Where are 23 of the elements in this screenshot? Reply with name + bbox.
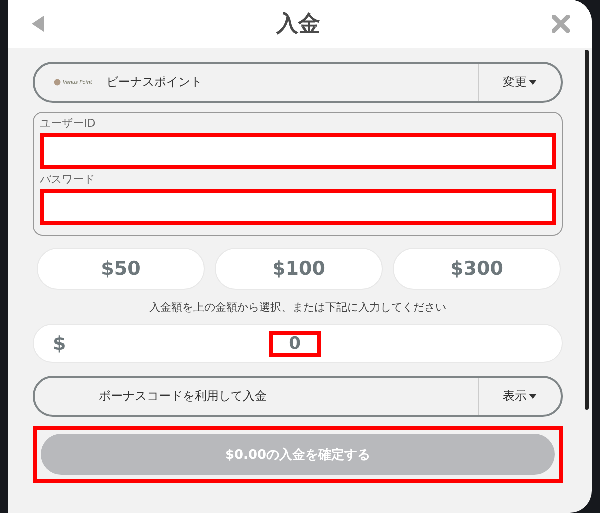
currency-symbol: $ [53,332,66,354]
logo-icon [54,79,61,86]
input-field[interactable] [40,189,556,225]
payment-method-name: ビーナスポイント [106,74,202,91]
amount-hint: 入金額を上の金額から選択、または下記に入力してください [148,300,448,315]
input-field[interactable] [40,133,556,169]
field-label: ユーザーID [40,117,97,131]
field-label: パスワード [40,173,96,187]
amount-option[interactable]: $100 [215,248,383,290]
caret-icon [529,80,537,85]
close-icon[interactable] [552,15,570,33]
scrollbar[interactable] [585,50,589,410]
amount-value: 0 [269,330,321,356]
caret-icon [529,394,537,399]
bonus-label: ボーナスコードを利用して入金 [99,388,267,405]
amount-option[interactable]: $300 [393,248,561,290]
bonus-code-selector[interactable]: ボーナスコードを利用して入金 表示 [33,376,563,417]
amount-option[interactable]: $50 [37,248,205,290]
dialog-title: 入金 [276,11,320,39]
back-icon[interactable] [31,15,45,33]
show-label[interactable]: 表示 [503,388,527,405]
change-label[interactable]: 変更 [503,74,527,91]
amount-field[interactable]: $ 0 [33,324,563,363]
